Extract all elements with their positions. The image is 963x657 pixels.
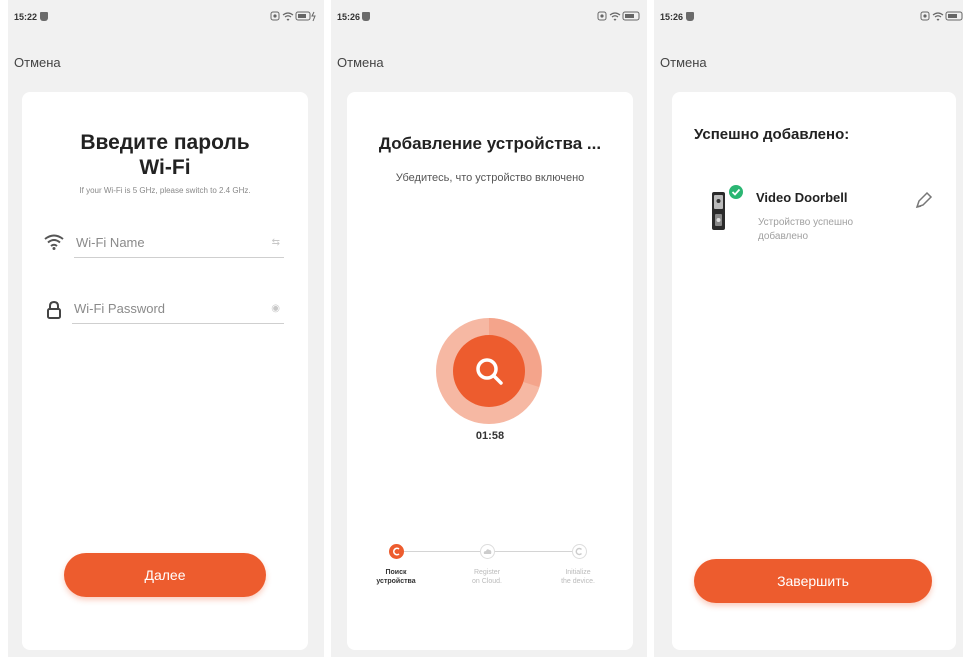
- cancel-link[interactable]: Отмена: [660, 55, 707, 70]
- next-button[interactable]: Далее: [64, 553, 266, 597]
- status-icons: [920, 11, 963, 25]
- screen-wifi-password: 15:22 Отмена Введите пароль Wi-Fi If you…: [8, 0, 324, 657]
- status-icons: [597, 11, 641, 25]
- status-bar: 15:22: [8, 10, 324, 26]
- notification-icon: [40, 12, 48, 21]
- cancel-link[interactable]: Отмена: [337, 55, 384, 70]
- page-title: Успешно добавлено:: [694, 126, 850, 143]
- initialize-icon: [572, 544, 587, 559]
- step-connector: [404, 551, 480, 552]
- wifi-password-field[interactable]: ◉: [72, 297, 284, 324]
- status-bar: 15:26: [654, 10, 963, 26]
- wifi-name-field[interactable]: ⇆: [74, 231, 284, 258]
- eye-icon[interactable]: ◉: [271, 303, 280, 314]
- status-time: 15:26: [337, 12, 361, 22]
- notification-icon: [362, 12, 370, 21]
- title-line-2: Wi-Fi: [139, 156, 191, 179]
- card: Успешно добавлено: Video Doorbell Устрой…: [672, 92, 956, 650]
- battery-icon: [920, 11, 963, 21]
- cloud-icon: [480, 544, 495, 559]
- battery-icon: [597, 11, 640, 21]
- finish-button[interactable]: Завершить: [694, 559, 932, 603]
- search-progress-ring: [436, 318, 542, 424]
- countdown-timer: 01:58: [475, 430, 505, 442]
- wifi-name-input[interactable]: [74, 231, 256, 250]
- check-icon: [729, 185, 743, 199]
- step-1-label: Поиск устройства: [376, 569, 416, 585]
- wifi-password-input[interactable]: [72, 297, 254, 316]
- card: Добавление устройства ... Убедитесь, что…: [347, 92, 633, 650]
- wifi-icon: [44, 234, 64, 250]
- page-title: Добавление устройства ...: [378, 134, 602, 153]
- pencil-icon: [915, 191, 933, 209]
- card: Введите пароль Wi-Fi If your Wi-Fi is 5 …: [22, 92, 308, 650]
- wifi-list-icon[interactable]: ⇆: [272, 237, 280, 248]
- screen-added-successfully: 15:26 Отмена Успешно добавлено: Video Do…: [654, 0, 963, 657]
- battery-icon: [270, 11, 316, 22]
- status-time: 15:22: [14, 12, 38, 22]
- page-title: Введите пароль Wi-Fi: [22, 130, 308, 180]
- status-icons: [270, 11, 318, 25]
- device-status: Устройство успешно добавлено: [758, 217, 854, 242]
- status-bar: 15:26: [331, 10, 647, 26]
- page-subtitle: Убедитесь, что устройство включено: [395, 172, 585, 184]
- frequency-hint: If your Wi-Fi is 5 GHz, please switch to…: [79, 186, 251, 195]
- step-connector: [494, 551, 572, 552]
- step-1-icon: [389, 544, 404, 559]
- cancel-link[interactable]: Отмена: [14, 55, 61, 70]
- step-2-label: Register on Cloud.: [472, 569, 502, 585]
- screen-adding-device: 15:26 Отмена Добавление устройства ... У…: [331, 0, 647, 657]
- lock-icon: [47, 300, 61, 319]
- notification-icon: [686, 12, 694, 21]
- edit-device-button[interactable]: [910, 188, 936, 214]
- step-3-label: Initialize the device.: [561, 569, 595, 585]
- status-time: 15:26: [660, 12, 684, 22]
- device-name: Video Doorbell: [756, 190, 848, 205]
- title-line-1: Введите пароль: [80, 131, 250, 154]
